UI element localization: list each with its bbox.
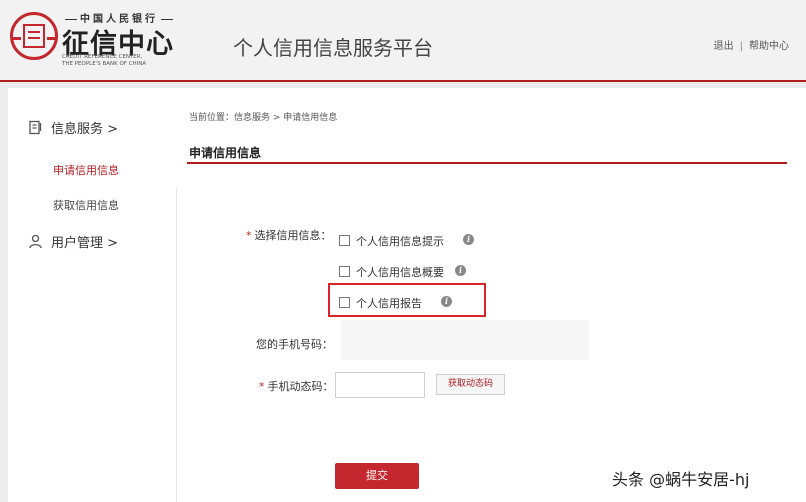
- phone-label: 您的手机号码：: [256, 338, 333, 351]
- get-code-button[interactable]: 获取动态码: [436, 374, 505, 395]
- highlight-box: [328, 283, 486, 317]
- sms-code-input[interactable]: [335, 372, 425, 398]
- sidebar: 信息服务 > 申请信用信息 获取信用信息 用户管理 >: [8, 88, 168, 502]
- help-link[interactable]: 帮助中心: [749, 41, 789, 52]
- logo-english: CREDIT REFERENCE CENTER, THE PEOPLE'S BA…: [62, 54, 146, 68]
- page-title: 申请信用信息: [189, 146, 262, 160]
- title-divider: [187, 162, 787, 164]
- header: 中国人民银行 征信中心 CREDIT REFERENCE CENTER, THE…: [0, 0, 806, 82]
- watermark: 头条 @蜗牛安居-hj: [612, 470, 750, 489]
- required-mark: *: [259, 380, 265, 393]
- link-separator: |: [739, 41, 743, 52]
- sidebar-divider: [176, 188, 177, 502]
- select-credit-label-text: 选择信用信息：: [254, 229, 332, 242]
- submit-button[interactable]: 提交: [335, 463, 419, 489]
- logout-link[interactable]: 退出: [714, 41, 734, 52]
- checkbox[interactable]: [339, 235, 350, 246]
- document-icon: [29, 120, 42, 135]
- sidebar-group-label: 信息服务 >: [51, 122, 119, 137]
- option-label: 个人信用信息概要: [356, 266, 444, 279]
- option-credit-tip[interactable]: 个人信用信息提示: [339, 233, 444, 249]
- sidebar-group-label: 用户管理 >: [51, 236, 119, 251]
- phone-number-redacted: [341, 320, 589, 360]
- logo-english-line-1: CREDIT REFERENCE CENTER,: [62, 54, 143, 60]
- breadcrumb: 当前位置：信息服务 > 申请信用信息: [189, 113, 338, 123]
- required-mark: *: [246, 229, 252, 242]
- sms-code-label-text: 手机动态码：: [267, 380, 334, 393]
- info-icon[interactable]: i: [455, 265, 466, 276]
- top-links: 退出 | 帮助中心: [714, 37, 789, 52]
- option-label: 个人信用信息提示: [356, 235, 444, 248]
- platform-title: 个人信用信息服务平台: [233, 36, 433, 60]
- select-credit-label: * 选择信用信息：: [246, 227, 332, 243]
- sidebar-group-user-management[interactable]: 用户管理 >: [28, 232, 118, 251]
- logo[interactable]: 中国人民银行 征信中心 CREDIT REFERENCE CENTER, THE…: [10, 10, 185, 72]
- pboc-seal-icon: [10, 12, 58, 60]
- sms-code-label: * 手机动态码：: [259, 378, 334, 394]
- info-icon[interactable]: i: [463, 234, 474, 245]
- logo-english-line-2: THE PEOPLE'S BANK OF CHINA: [62, 61, 147, 67]
- sidebar-item-apply-credit[interactable]: 申请信用信息: [53, 162, 119, 178]
- sidebar-group-info-service[interactable]: 信息服务 >: [28, 118, 118, 137]
- main-content: 信息服务 > 申请信用信息 获取信用信息 用户管理 > 当前位置：信息服务 > …: [8, 88, 806, 502]
- checkbox[interactable]: [339, 266, 350, 277]
- option-credit-summary[interactable]: 个人信用信息概要: [339, 264, 444, 280]
- sidebar-item-get-credit[interactable]: 获取信用信息: [53, 197, 119, 213]
- user-icon: [29, 234, 42, 249]
